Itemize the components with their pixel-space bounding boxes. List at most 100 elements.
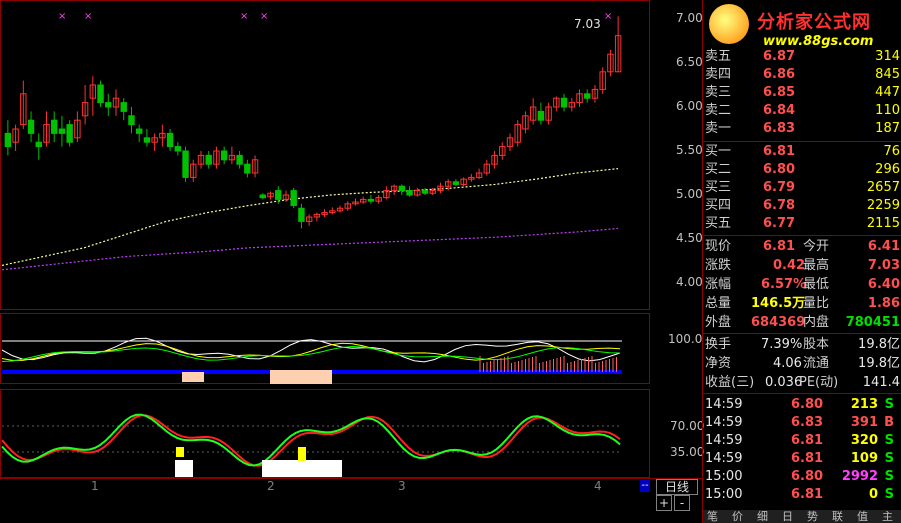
bid-volume: 2115 [866,216,900,231]
candle-body [143,137,151,143]
tick-volume: 0 [868,487,878,502]
bid-row: 买二 6.80 296 [703,161,901,179]
tab-0[interactable]: 笔 [707,510,718,523]
tick-time: 15:00 [705,469,743,484]
indicator1-block [270,370,332,384]
ask-row: 卖五 6.87 314 [703,48,901,66]
logo-title: 分析家公式网 [757,12,871,33]
indicator2-tick-label: 70.00 [670,419,705,433]
ask-row: 卖三 6.85 447 [703,84,901,102]
bid-label: 买二 [705,162,732,177]
tab-7[interactable]: 主 [882,510,893,523]
ask-price: 6.86 [763,67,796,82]
bid-volume: 2657 [866,180,900,195]
tab-2[interactable]: 细 [757,510,768,523]
stat-shouyi: 0.036 [765,375,803,390]
ask-row: 卖四 6.86 845 [703,66,901,84]
ask-volume: 110 [875,103,900,118]
stat-guben-label: 股本 [803,337,830,352]
stat-waipan-label: 外盘 [705,315,732,330]
tab-5[interactable]: 联 [832,510,843,523]
stat-zuigao-label: 最高 [803,258,830,273]
tick-price: 6.80 [791,469,824,484]
tick-price: 6.81 [791,487,824,502]
chart-area[interactable]: 7.03 × × × × × [0,0,650,494]
ask-row: 卖二 6.84 110 [703,102,901,120]
zoom-out-button[interactable]: - [674,495,690,511]
tick-time: 14:59 [705,415,743,430]
tab-6[interactable]: 值 [857,510,868,523]
bid-price: 6.79 [763,180,796,195]
tick-price: 6.80 [791,397,824,412]
ask-price: 6.83 [763,121,796,136]
kline-chart[interactable]: 7.03× × × × × [0,0,650,494]
stat-jinkai: 6.41 [867,239,900,254]
separator [703,235,901,236]
ask-price: 6.84 [763,103,796,118]
tick-side: S [884,487,894,502]
stat-zhangfu-label: 涨幅 [705,277,732,292]
indicator2-tick-label: 35.00 [670,445,705,459]
price-tick-label: 6.00 [676,99,703,113]
period-button[interactable]: 日线 [656,479,698,495]
separator [703,333,901,334]
logo-icon [709,4,749,44]
signal-marker: × [604,11,612,22]
peak-price-label: 7.03 [574,17,601,31]
tick-row: 15:00 6.81 0 S [703,486,901,504]
stat-jinkai-label: 今开 [803,239,830,254]
candle-body [182,150,189,178]
price-tick-label: 5.00 [676,187,703,201]
bid-row: 买三 6.79 2657 [703,179,901,197]
candle-body [205,154,212,165]
bid-row: 买四 6.78 2259 [703,197,901,215]
tab-3[interactable]: 日 [782,510,793,523]
price-tick-label: 5.50 [676,143,703,157]
indicator1-line-white [1,337,621,363]
tick-side: S [884,469,894,484]
tick-time: 14:59 [705,451,743,466]
candle-body [4,132,12,148]
ask-price: 6.85 [763,85,796,100]
logo-area: 分析家公式网 www.88gs.com [703,0,901,54]
ask-volume: 845 [875,67,900,82]
time-tick-label: 1 [91,479,99,493]
bid-volume: 76 [883,144,900,159]
stat-row: 总量 146.5万 量比 1.86 [703,295,901,313]
price-tick-label: 4.50 [676,231,703,245]
candle-body [105,102,112,108]
stat-zongliang: 146.5万 [751,296,806,311]
bid-label: 买四 [705,198,732,213]
candle-body [537,110,545,121]
scroll-right-button[interactable]: -- [640,480,650,492]
candle-body [236,154,243,165]
price-tick-label: 7.00 [676,11,703,25]
stat-row: 换手 7.39% 股本 19.8亿 [703,336,901,354]
separator [703,393,901,394]
indicator1-block [182,372,204,382]
tick-volume: 213 [850,397,878,412]
tick-side: S [884,397,894,412]
time-tick-label: 3 [398,479,406,493]
stat-liangbi: 1.86 [867,296,900,311]
candle-body [166,132,174,148]
tick-price: 6.83 [791,415,824,430]
stat-row: 涨跌 0.42 最高 7.03 [703,257,901,275]
candle-body [135,128,143,134]
stat-jingzi-label: 净资 [705,356,732,371]
time-tick-label: 4 [594,479,602,493]
stat-xianjia: 6.81 [763,239,796,254]
stat-xianjia-label: 现价 [705,239,732,254]
stat-neipan: 780451 [845,315,900,330]
stat-neipan-label: 内盘 [803,315,830,330]
signal-marker: × [240,11,248,22]
indicator2-block [175,460,193,477]
tab-4[interactable]: 势 [807,510,818,523]
signal-marker: × [84,11,92,22]
stat-row: 外盘 684369 内盘 780451 [703,314,901,332]
tab-1[interactable]: 价 [732,510,743,523]
zoom-in-button[interactable]: + [656,495,672,511]
candle-body [120,102,127,112]
stat-waipan: 684369 [751,315,806,330]
bid-price: 6.81 [763,144,796,159]
